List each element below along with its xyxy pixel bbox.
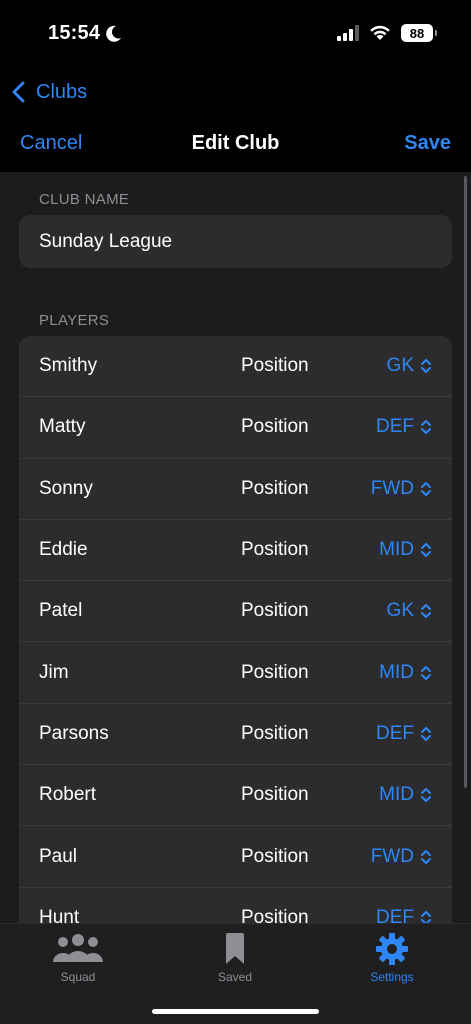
position-label: Position [241,416,309,438]
position-picker[interactable]: GK [387,600,432,622]
position-label: Position [241,784,309,806]
player-row: Sonny Position FWD [19,459,452,520]
tab-bar: Squad Saved Settings [0,923,471,1024]
chevron-left-icon [12,81,25,103]
tab-label: Squad [60,970,96,984]
position-value: FWD [370,477,414,499]
player-name: Patel [39,600,83,622]
status-bar: 15:54 88 [0,0,471,70]
position-picker[interactable]: MID [379,662,432,684]
player-name: Parsons [39,722,109,744]
bookmark-icon [226,933,244,964]
cancel-button[interactable]: Cancel [20,132,82,155]
edit-header: Cancel Edit Club Save [0,124,471,168]
position-picker[interactable]: MID [379,784,432,806]
cellular-signal-icon [337,25,359,41]
chevron-updown-icon [421,726,431,741]
battery-level: 88 [409,25,425,41]
tab-settings[interactable]: Settings [337,932,447,984]
tab-saved[interactable]: Saved [180,932,290,984]
position-value: DEF [376,722,414,744]
chevron-updown-icon [421,359,431,374]
club-name-value: Sunday League [39,230,173,252]
home-indicator[interactable] [152,1009,319,1014]
status-icons: 88 [337,24,437,42]
tab-squad[interactable]: Squad [23,932,133,984]
chevron-updown-icon [421,849,431,864]
position-label: Position [241,661,309,683]
save-button[interactable]: Save [404,132,451,155]
player-row: Patel Position GK [19,581,452,643]
chevron-updown-icon [421,481,431,496]
player-row: Robert Position MID [19,765,452,827]
position-value: MID [379,784,414,806]
position-value: GK [386,600,414,622]
position-value: MID [379,661,414,683]
player-row: Matty Position DEF [19,397,452,459]
position-value: GK [386,355,414,377]
chevron-updown-icon [421,604,431,619]
chevron-updown-icon [421,420,431,435]
position-label: Position [241,539,309,561]
players-list: Smithy Position GK Matty Position DEF So… [19,336,452,949]
status-time-group: 15:54 [48,22,122,45]
position-label: Position [241,477,309,499]
position-value: MID [379,539,414,561]
back-button[interactable]: Clubs [8,74,87,110]
player-name: Sonny [39,477,93,499]
position-label: Position [241,722,309,744]
people-icon [53,934,103,962]
player-row: Smithy Position GK [19,336,452,398]
player-row: Parsons Position DEF [19,704,452,766]
edit-club-sheet: CLUB NAME Sunday League PLAYERS Smithy P… [0,172,471,1024]
position-label: Position [241,845,309,867]
tab-label: Saved [217,970,253,984]
position-picker[interactable]: FWD [371,846,432,868]
scrollbar[interactable] [464,176,467,788]
player-name: Matty [39,416,86,438]
position-picker[interactable]: GK [387,355,432,377]
tab-label: Settings [370,970,414,984]
back-label: Clubs [36,80,88,103]
position-picker[interactable]: FWD [371,478,432,500]
chevron-updown-icon [421,665,431,680]
position-picker[interactable]: MID [379,539,432,561]
wifi-icon [370,25,390,40]
chevron-updown-icon [421,788,431,803]
player-name: Paul [39,845,78,867]
player-row: Paul Position FWD [19,826,452,888]
gear-icon [376,933,408,965]
position-value: DEF [376,416,414,438]
player-name: Jim [39,661,69,683]
position-picker[interactable]: DEF [376,416,432,438]
battery-indicator: 88 [401,24,437,42]
players-section-label: PLAYERS [39,312,110,329]
player-row: Eddie Position MID [19,520,452,582]
player-name: Smithy [39,355,98,377]
club-name-section-label: CLUB NAME [39,191,130,208]
player-row: Jim Position MID [19,642,452,704]
position-label: Position [241,355,309,377]
moon-icon [106,25,122,42]
position-value: FWD [370,845,414,867]
player-name: Robert [39,784,97,806]
position-picker[interactable]: DEF [376,723,432,745]
player-name: Eddie [39,539,88,561]
position-label: Position [241,600,309,622]
status-time: 15:54 [48,22,101,44]
chevron-updown-icon [421,543,431,558]
club-name-field[interactable]: Sunday League [19,215,452,268]
